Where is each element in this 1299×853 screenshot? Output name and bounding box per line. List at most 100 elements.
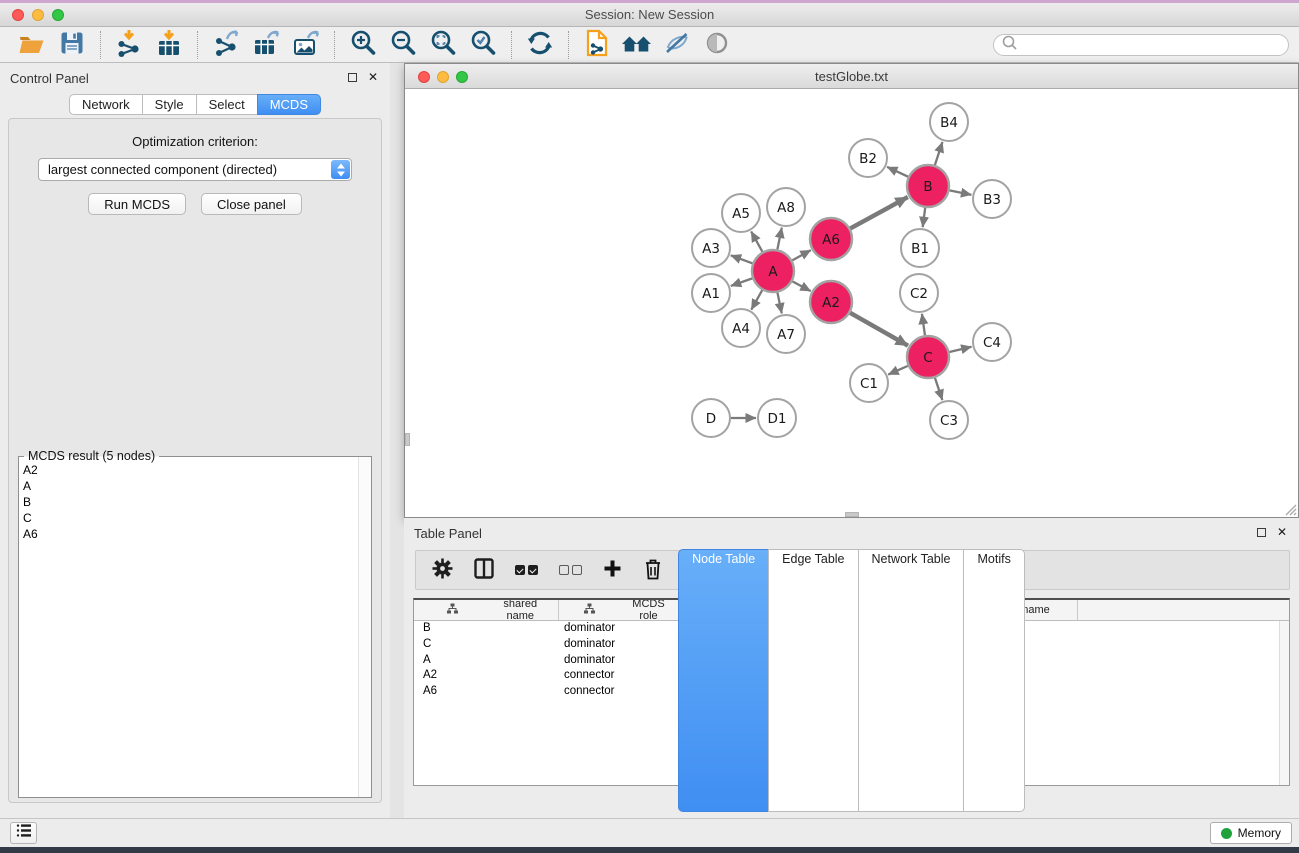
graph-node-B2[interactable]: B2 [849, 139, 887, 177]
control-panel: Control Panel ✕ NetworkStyleSelectMCDS O… [0, 63, 390, 818]
svg-text:A1: A1 [702, 286, 720, 302]
export-network-button[interactable] [206, 29, 246, 61]
graph-node-B1[interactable]: B1 [901, 229, 939, 267]
export-image-button[interactable] [286, 29, 326, 61]
zoom-fit-button[interactable] [423, 29, 463, 61]
memory-button[interactable]: Memory [1210, 822, 1292, 844]
search-input[interactable] [1018, 37, 1288, 53]
close-panel-button[interactable]: Close panel [201, 193, 302, 215]
svg-text:B1: B1 [911, 241, 929, 257]
result-item-a6[interactable]: A6 [23, 526, 357, 542]
zoom-selected-icon [469, 29, 497, 60]
graph-node-A8[interactable]: A8 [767, 188, 805, 226]
vertical-scrollbar-thumb[interactable] [405, 433, 410, 446]
network-from-selection-button[interactable] [577, 29, 617, 61]
tab-select[interactable]: Select [196, 94, 258, 115]
graph-node-C[interactable]: C [907, 336, 949, 378]
table-panel: Table Panel ✕ f(x) [404, 518, 1299, 818]
criterion-dropdown[interactable]: largest connected component (directed) [38, 158, 352, 181]
table-tab-node-table[interactable]: Node Table [678, 549, 769, 812]
search-box [993, 34, 1289, 56]
import-network-button[interactable] [109, 29, 149, 61]
svg-text:C: C [923, 350, 932, 366]
svg-text:A8: A8 [777, 200, 795, 216]
resize-grip-icon[interactable] [1283, 502, 1297, 516]
import-table-icon [155, 29, 183, 60]
window-title: Session: New Session [0, 3, 1299, 27]
zoom-in-icon [349, 29, 377, 60]
graph-edge-A-A4 [751, 290, 762, 310]
graph-node-C2[interactable]: C2 [900, 274, 938, 312]
graph-node-B4[interactable]: B4 [930, 103, 968, 141]
save-session-icon [59, 30, 85, 59]
toolbar-divider [568, 31, 569, 59]
graph-node-A[interactable]: A [752, 250, 794, 292]
graph-edge-B-B2 [887, 167, 908, 177]
float-table-panel-icon[interactable] [1257, 528, 1266, 537]
result-item-a2[interactable]: A2 [23, 462, 357, 478]
result-scrollbar[interactable] [358, 457, 371, 797]
first-neighbors-button[interactable] [617, 29, 657, 61]
export-table-button[interactable] [246, 29, 286, 61]
graph-node-A5[interactable]: A5 [722, 194, 760, 232]
result-item-c[interactable]: C [23, 510, 357, 526]
tab-mcds[interactable]: MCDS [257, 94, 321, 115]
graph-edge-A-A7 [777, 293, 781, 314]
svg-text:C4: C4 [983, 335, 1001, 351]
graph-edge-A2-C [850, 313, 908, 346]
table-tab-motifs[interactable]: Motifs [963, 549, 1024, 812]
graph-node-C4[interactable]: C4 [973, 323, 1011, 361]
svg-text:A: A [768, 264, 778, 280]
graph-node-A7[interactable]: A7 [767, 315, 805, 353]
network-canvas[interactable]: B4 B2 B B3 B1 A5 A8 A6 A3 A A1 C2 A4 A7 A2 C4 C C1 C3 D D1 [405, 89, 1298, 517]
graph-node-B[interactable]: B [907, 165, 949, 207]
svg-text:C3: C3 [940, 413, 958, 429]
graph-node-A4[interactable]: A4 [722, 309, 760, 347]
tab-network[interactable]: Network [69, 94, 143, 115]
graph-edge-A6-B [850, 197, 908, 228]
toolbar-divider [100, 31, 101, 59]
graph-node-A6[interactable]: A6 [810, 218, 852, 260]
graph-edge-B-B4 [935, 142, 943, 165]
svg-text:A7: A7 [777, 327, 795, 343]
import-table-button[interactable] [149, 29, 189, 61]
result-item-b[interactable]: B [23, 494, 357, 510]
svg-text:B3: B3 [983, 192, 1001, 208]
show-all-button[interactable] [697, 29, 737, 61]
zoom-out-button[interactable] [383, 29, 423, 61]
table-tabs: Node TableEdge TableNetwork TableMotifs [404, 549, 1299, 812]
show-panels-button[interactable] [10, 822, 37, 844]
graph-node-D1[interactable]: D1 [758, 399, 796, 437]
graph-node-D[interactable]: D [692, 399, 730, 437]
tab-style[interactable]: Style [142, 94, 197, 115]
graph-edge-C-C4 [949, 347, 971, 352]
graph-node-A2[interactable]: A2 [810, 281, 852, 323]
zoom-selected-button[interactable] [463, 29, 503, 61]
graph-node-C1[interactable]: C1 [850, 364, 888, 402]
hide-selected-button[interactable] [657, 29, 697, 61]
close-table-panel-icon[interactable]: ✕ [1277, 527, 1287, 537]
run-mcds-button[interactable]: Run MCDS [88, 193, 186, 215]
graph-node-A3[interactable]: A3 [692, 229, 730, 267]
graph-edge-A-A8 [777, 228, 781, 250]
close-panel-icon[interactable]: ✕ [368, 72, 378, 82]
refresh-button[interactable] [520, 29, 560, 61]
graph-node-B3[interactable]: B3 [973, 180, 1011, 218]
control-panel-tabs: NetworkStyleSelectMCDS [0, 94, 390, 115]
zoom-in-button[interactable] [343, 29, 383, 61]
table-tab-network-table[interactable]: Network Table [858, 549, 965, 812]
result-item-a[interactable]: A [23, 478, 357, 494]
network-window: testGlobe.txt B4B2BB3B1A5A8A6A3AA1C2A4A7… [404, 63, 1299, 518]
svg-text:A6: A6 [822, 232, 840, 248]
table-tab-edge-table[interactable]: Edge Table [768, 549, 858, 812]
float-panel-icon[interactable] [348, 73, 357, 82]
graph-node-C3[interactable]: C3 [930, 401, 968, 439]
graph-edge-C-C3 [935, 378, 942, 400]
save-session-button[interactable] [52, 29, 92, 61]
graph-node-A1[interactable]: A1 [692, 274, 730, 312]
mcds-result-list[interactable]: A2ABCA6 [19, 460, 357, 795]
open-session-button[interactable] [12, 29, 52, 61]
mcds-tab-content: Optimization criterion: largest connecte… [8, 118, 382, 803]
horizontal-scrollbar-thumb[interactable] [845, 512, 859, 517]
network-graph: B4 B2 B B3 B1 A5 A8 A6 A3 A A1 C2 A4 A7 A2 C4 C C1 C3 D D1 [405, 89, 1298, 517]
